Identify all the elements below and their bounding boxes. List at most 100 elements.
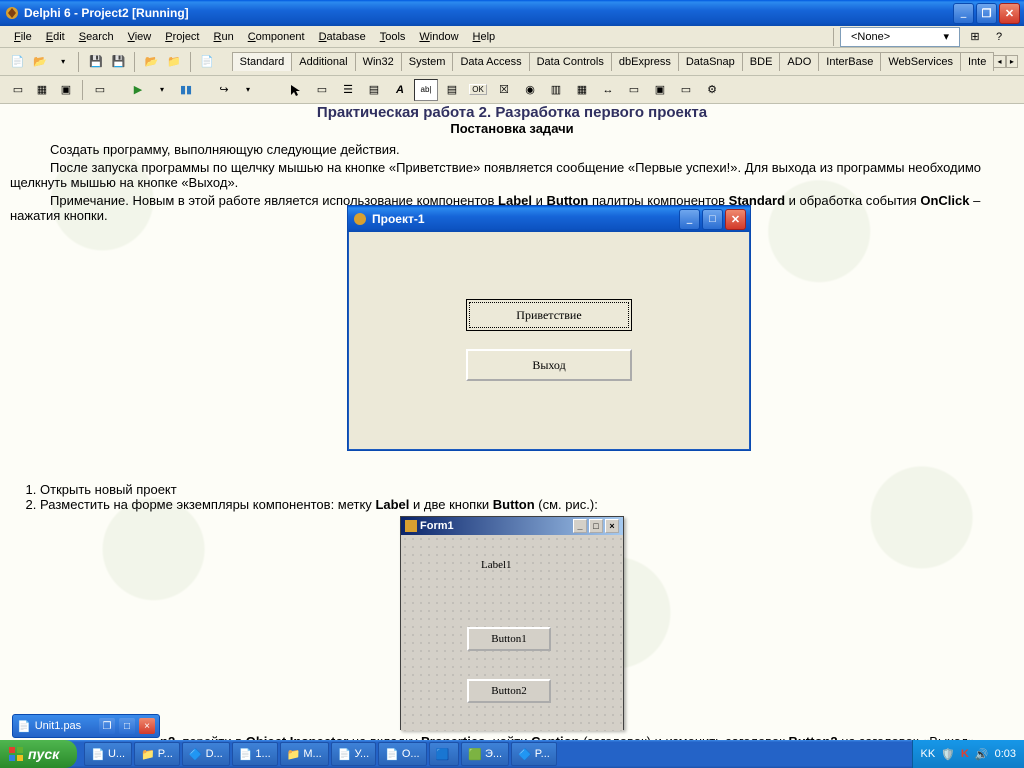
tab-interbase[interactable]: InterBase bbox=[818, 52, 881, 71]
tab-datacontrols[interactable]: Data Controls bbox=[529, 52, 612, 71]
tab-ado[interactable]: ADO bbox=[779, 52, 819, 71]
task-item-1[interactable]: 📁P... bbox=[134, 742, 180, 766]
unit1-minimized-tab[interactable]: 📄 Unit1.pas ❐ □ × bbox=[12, 714, 160, 738]
help-icon[interactable]: ? bbox=[990, 28, 1008, 46]
view-form-button[interactable]: ▭ bbox=[7, 79, 29, 101]
menu-window[interactable]: Window bbox=[413, 29, 464, 45]
unit1-restore-button[interactable]: ❐ bbox=[99, 718, 115, 734]
menu-component[interactable]: Component bbox=[242, 29, 311, 45]
tab-webservices[interactable]: WebServices bbox=[880, 52, 961, 71]
step-button[interactable]: ↪ bbox=[213, 79, 235, 101]
exit-button[interactable]: Выход bbox=[466, 349, 632, 381]
open-button[interactable]: 📂 bbox=[30, 51, 51, 73]
run-dropdown[interactable]: ▾ bbox=[151, 79, 173, 101]
tab-bde[interactable]: BDE bbox=[742, 52, 781, 71]
add-file-button[interactable]: 📁 bbox=[164, 51, 185, 73]
task-item-6[interactable]: 📄O... bbox=[378, 742, 426, 766]
menu-edit[interactable]: Edit bbox=[40, 29, 71, 45]
config-combo[interactable]: <None>▾ bbox=[840, 27, 960, 47]
running-close-button[interactable]: ✕ bbox=[725, 209, 746, 230]
listbox-icon[interactable]: ▥ bbox=[544, 79, 568, 101]
tab-win32[interactable]: Win32 bbox=[355, 52, 402, 71]
form1-max-button[interactable]: □ bbox=[589, 519, 603, 533]
panel-icon[interactable]: ▭ bbox=[674, 79, 698, 101]
task-item-4[interactable]: 📁M... bbox=[280, 742, 329, 766]
open-dropdown[interactable]: ▾ bbox=[53, 51, 74, 73]
open-project-button[interactable]: 📂 bbox=[141, 51, 162, 73]
running-form-titlebar[interactable]: Проект-1 _ □ ✕ bbox=[348, 206, 750, 232]
tabs-scroll-left[interactable]: ◂ bbox=[993, 55, 1005, 68]
toggle-form-unit-button[interactable]: ▣ bbox=[55, 79, 77, 101]
edit-icon[interactable]: ab| bbox=[414, 79, 438, 101]
running-max-button[interactable]: □ bbox=[702, 209, 723, 230]
task-item-8[interactable]: 🟩Э... bbox=[461, 742, 509, 766]
tray-icon-3[interactable]: 🔊 bbox=[975, 748, 989, 761]
task-item-3[interactable]: 📄1... bbox=[232, 742, 278, 766]
tab-datasnap[interactable]: DataSnap bbox=[678, 52, 743, 71]
start-button[interactable]: пуск bbox=[0, 740, 77, 768]
combobox-icon[interactable]: ▦ bbox=[570, 79, 594, 101]
task-item-9[interactable]: 🔷P... bbox=[511, 742, 557, 766]
pointer-icon[interactable] bbox=[284, 79, 308, 101]
new-button[interactable]: 📄 bbox=[7, 51, 28, 73]
menu-search[interactable]: Search bbox=[73, 29, 120, 45]
tabs-scroll-right[interactable]: ▸ bbox=[1006, 55, 1018, 68]
run-button[interactable]: ▶ bbox=[127, 79, 149, 101]
tab-additional[interactable]: Additional bbox=[291, 52, 355, 71]
tray-icon-1[interactable]: 🛡️ bbox=[941, 748, 955, 761]
form1-min-button[interactable]: _ bbox=[573, 519, 587, 533]
form1-button2[interactable]: Button2 bbox=[467, 679, 551, 703]
scrollbar-icon[interactable]: ↔ bbox=[596, 79, 620, 101]
running-min-button[interactable]: _ bbox=[679, 209, 700, 230]
window-layout-icon[interactable]: ⊞ bbox=[966, 28, 984, 46]
greeting-button[interactable]: Приветствие bbox=[466, 299, 632, 331]
tab-dbexpress[interactable]: dbExpress bbox=[611, 52, 679, 71]
task-item-5[interactable]: 📄У... bbox=[331, 742, 376, 766]
close-button[interactable]: ✕ bbox=[999, 3, 1020, 24]
task-item-7[interactable]: 🟦 bbox=[429, 742, 460, 766]
mainmenu-icon[interactable]: ☰ bbox=[336, 79, 360, 101]
menu-tools[interactable]: Tools bbox=[374, 29, 412, 45]
restore-button[interactable]: ❐ bbox=[976, 3, 997, 24]
tab-inte[interactable]: Inte bbox=[960, 52, 994, 71]
tab-dataaccess[interactable]: Data Access bbox=[452, 52, 529, 71]
form1-label1[interactable]: Label1 bbox=[481, 559, 512, 571]
form1-design-window: Form1 _ □ × Label1 Button1 Button2 bbox=[400, 516, 624, 730]
actionlist-icon[interactable]: ⚙ bbox=[700, 79, 724, 101]
task-item-0[interactable]: 📄U... bbox=[84, 742, 132, 766]
new-form-button[interactable]: ▭ bbox=[89, 79, 111, 101]
frames-icon[interactable]: ▭ bbox=[310, 79, 334, 101]
pause-button[interactable]: ▮▮ bbox=[175, 79, 197, 101]
menu-run[interactable]: Run bbox=[208, 29, 240, 45]
form1-close-button[interactable]: × bbox=[605, 519, 619, 533]
menu-database[interactable]: Database bbox=[313, 29, 372, 45]
radio-icon[interactable]: ◉ bbox=[518, 79, 542, 101]
menu-help[interactable]: Help bbox=[467, 29, 502, 45]
tab-standard[interactable]: Standard bbox=[232, 52, 293, 71]
view-unit-button[interactable]: ▦ bbox=[31, 79, 53, 101]
clock[interactable]: 0:03 bbox=[995, 748, 1016, 760]
button-icon[interactable]: OK bbox=[466, 79, 490, 101]
saveall-button[interactable]: 💾 bbox=[108, 51, 129, 73]
unit1-close-button[interactable]: × bbox=[139, 718, 155, 734]
menu-project[interactable]: Project bbox=[159, 29, 205, 45]
unit1-max-button[interactable]: □ bbox=[119, 718, 135, 734]
minimize-button[interactable]: _ bbox=[953, 3, 974, 24]
memo-icon[interactable]: ▤ bbox=[440, 79, 464, 101]
menu-view[interactable]: View bbox=[122, 29, 158, 45]
remove-file-button[interactable]: 📄 bbox=[197, 51, 218, 73]
save-button[interactable]: 💾 bbox=[85, 51, 106, 73]
groupbox-icon[interactable]: ▭ bbox=[622, 79, 646, 101]
task-item-2[interactable]: 🔷D... bbox=[182, 742, 230, 766]
label-icon[interactable]: A bbox=[388, 79, 412, 101]
system-tray: KK 🛡️ K 🔊 0:03 bbox=[912, 740, 1024, 768]
popupmenu-icon[interactable]: ▤ bbox=[362, 79, 386, 101]
language-indicator[interactable]: KK bbox=[921, 748, 936, 760]
step-dropdown[interactable]: ▾ bbox=[237, 79, 259, 101]
menu-file[interactable]: File bbox=[8, 29, 38, 45]
tray-icon-2[interactable]: K bbox=[961, 748, 969, 760]
tab-system[interactable]: System bbox=[401, 52, 454, 71]
form1-button1[interactable]: Button1 bbox=[467, 627, 551, 651]
checkbox-icon[interactable]: ☒ bbox=[492, 79, 516, 101]
radiogroup-icon[interactable]: ▣ bbox=[648, 79, 672, 101]
